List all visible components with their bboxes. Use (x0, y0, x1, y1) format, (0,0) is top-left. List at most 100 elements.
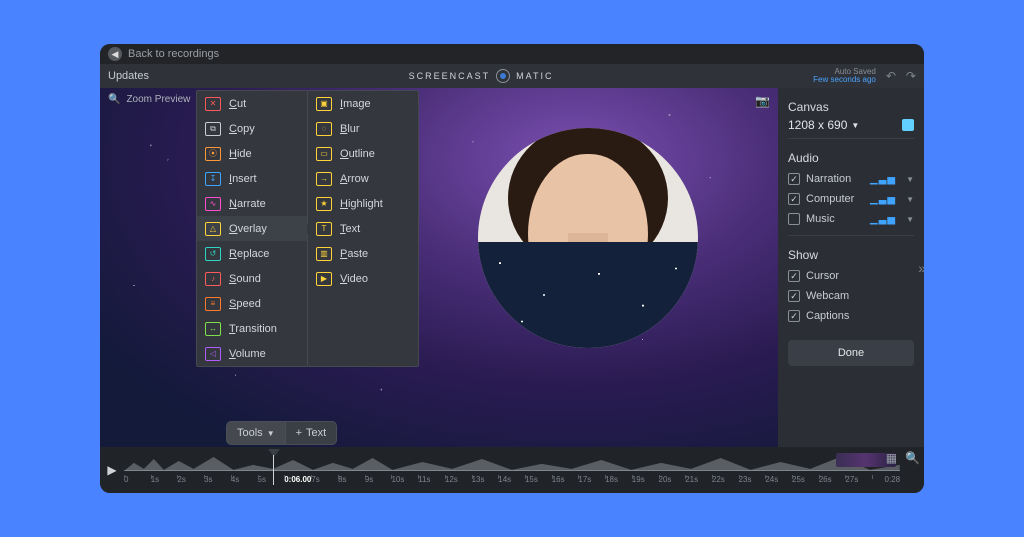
overlay-item-highlight[interactable]: ★Highlight (308, 191, 418, 216)
audio-narration-toggle[interactable]: Narration▁▃▅▼ (788, 169, 914, 189)
outline-icon: ▭ (316, 147, 332, 161)
checkbox-label: Cursor (806, 270, 839, 282)
text-label: Text (306, 427, 326, 439)
show-captions-toggle[interactable]: Captions (788, 306, 914, 326)
hide-icon: ⦿ (205, 147, 221, 161)
sound-icon: ♪ (205, 272, 221, 286)
menu-item-label: Video (340, 273, 368, 285)
preview-canvas[interactable]: 🔍 Zoom Preview 📷 ✕Cut⧉Copy ⦿ Hide ↧Insert∿N… (100, 88, 778, 447)
checkbox-label: Music (806, 213, 835, 225)
tools-item-overlay[interactable]: △Overlay (197, 216, 307, 241)
back-icon[interactable]: ◀ (108, 47, 122, 61)
checkbox-icon (788, 290, 800, 302)
zoom-search[interactable]: 🔍 Zoom Preview (108, 94, 190, 105)
chevron-down-icon[interactable]: ▼ (906, 195, 914, 204)
copy-icon: ⧉ (205, 122, 221, 136)
show-cursor-toggle[interactable]: Cursor (788, 266, 914, 286)
timeline-zoom-icon[interactable]: 🔍 (905, 451, 920, 465)
updates-menu[interactable]: Updates (108, 70, 149, 82)
timeline-tick: 20s (659, 475, 686, 491)
menu-item-label: Replace (229, 248, 269, 260)
tools-item-hide[interactable]: ⦿ Hide (197, 141, 307, 166)
volume-icon: ◁ (205, 347, 221, 361)
menu-item-label: Volume (229, 348, 266, 360)
overlay-item-text[interactable]: TText (308, 216, 418, 241)
timeline-tick: 14s (498, 475, 525, 491)
timeline-tick: 2s (177, 475, 204, 491)
overlay-item-outline[interactable]: ▭Outline (308, 141, 418, 166)
overlay-item-arrow[interactable]: →Arrow (308, 166, 418, 191)
redo-icon[interactable]: ↷ (906, 69, 916, 83)
playhead-pointer-icon (268, 449, 280, 457)
divider (788, 235, 914, 236)
video-icon: ▶ (316, 272, 332, 286)
timeline-tick: 9s (365, 475, 392, 491)
brand-left: SCREENCAST (409, 71, 491, 81)
plus-icon: + (296, 427, 302, 439)
menu-item-label: Sound (229, 273, 261, 285)
overlay-item-image[interactable]: ▣Image (308, 91, 418, 116)
tools-item-volume[interactable]: ◁ Volume (197, 341, 307, 366)
tools-item-transition[interactable]: ↔Transition (197, 316, 307, 341)
tools-pill: Tools ▼ + Text (226, 421, 337, 445)
timeline-tick: 16s (552, 475, 579, 491)
menu-item-label: Cut (229, 98, 246, 110)
tools-item-cut[interactable]: ✕Cut (197, 91, 307, 116)
tools-item-insert[interactable]: ↧Insert (197, 166, 307, 191)
canvas-color-swatch[interactable] (902, 119, 914, 131)
sidebar-expand-icon[interactable]: » (918, 260, 924, 276)
timeline-tick: 26s (819, 475, 846, 491)
menu-item-label: Overlay (229, 223, 267, 235)
timeline-track[interactable]: ▦ 🔍 01s2s3s4s5s0:06.007s8s9s10s11s12s13s… (124, 447, 924, 493)
tools-menu: ✕Cut⧉Copy ⦿ Hide ↧Insert∿Narrate△Overlay ↺ Re… (196, 90, 419, 367)
webcam-overlay[interactable] (478, 128, 698, 348)
tools-item-sound[interactable]: ♪ Sound (197, 266, 307, 291)
timeline-tick: 1s (151, 475, 178, 491)
add-text-button[interactable]: + Text (285, 422, 337, 444)
timeline-tick: 23s (739, 475, 766, 491)
done-button[interactable]: Done (788, 340, 914, 366)
canvas-dimensions-select[interactable]: 1208 x 690 ▼ (788, 118, 859, 132)
undo-icon[interactable]: ↶ (886, 69, 896, 83)
app-window: ◀ Back to recordings Updates SCREENCAST … (100, 44, 924, 493)
timeline-thumb-icon[interactable]: ▦ (886, 451, 897, 465)
show-webcam-toggle[interactable]: Webcam (788, 286, 914, 306)
audio-computer-toggle[interactable]: Computer▁▃▅▼ (788, 189, 914, 209)
timeline-tick: 0:06.00 (284, 475, 311, 491)
menubar: Updates SCREENCAST MATIC Auto Saved Few … (100, 64, 924, 88)
zoom-placeholder: Zoom Preview (126, 94, 190, 105)
transition-icon: ↔ (205, 322, 221, 336)
menu-item-label: Hide (229, 148, 252, 160)
main-area: 🔍 Zoom Preview 📷 ✕Cut⧉Copy ⦿ Hide ↧Insert∿N… (100, 88, 924, 447)
playhead-line[interactable] (273, 455, 274, 485)
tools-item-narrate[interactable]: ∿Narrate (197, 191, 307, 216)
replace-icon: ↺ (205, 247, 221, 261)
tools-item-copy[interactable]: ⧉Copy (197, 116, 307, 141)
search-icon: 🔍 (108, 94, 120, 105)
overlay-item-video[interactable]: ▶ Video (308, 266, 418, 291)
tools-dropdown-button[interactable]: Tools ▼ (227, 422, 285, 444)
menu-item-label: Blur (340, 123, 360, 135)
timeline-tick: 27s (845, 475, 872, 491)
menu-item-label: Highlight (340, 198, 383, 210)
timeline-tick: 11s (418, 475, 445, 491)
chevron-down-icon[interactable]: ▼ (906, 175, 914, 184)
back-label[interactable]: Back to recordings (128, 48, 219, 60)
play-button[interactable]: ▶ (100, 447, 124, 493)
audio-music-toggle[interactable]: Music▁▃▅▼ (788, 209, 914, 229)
paste-icon: ▥ (316, 247, 332, 261)
timeline-tick: 21s (685, 475, 712, 491)
autosave-time: Few seconds ago (813, 76, 876, 84)
overlay-item-paste[interactable]: ▥Paste (308, 241, 418, 266)
tools-item-speed[interactable]: ≡Speed (197, 291, 307, 316)
done-label: Done (838, 347, 864, 359)
checkbox-icon (788, 270, 800, 282)
checkbox-label: Captions (806, 310, 849, 322)
brand: SCREENCAST MATIC (409, 69, 554, 83)
tools-item-replace[interactable]: ↺ Replace (197, 241, 307, 266)
chevron-down-icon[interactable]: ▼ (906, 215, 914, 224)
overlay-item-blur[interactable]: ◌Blur (308, 116, 418, 141)
camera-icon[interactable]: 📷 (755, 94, 770, 108)
canvas-heading: Canvas (788, 100, 914, 114)
timeline-tick: 13s (472, 475, 499, 491)
